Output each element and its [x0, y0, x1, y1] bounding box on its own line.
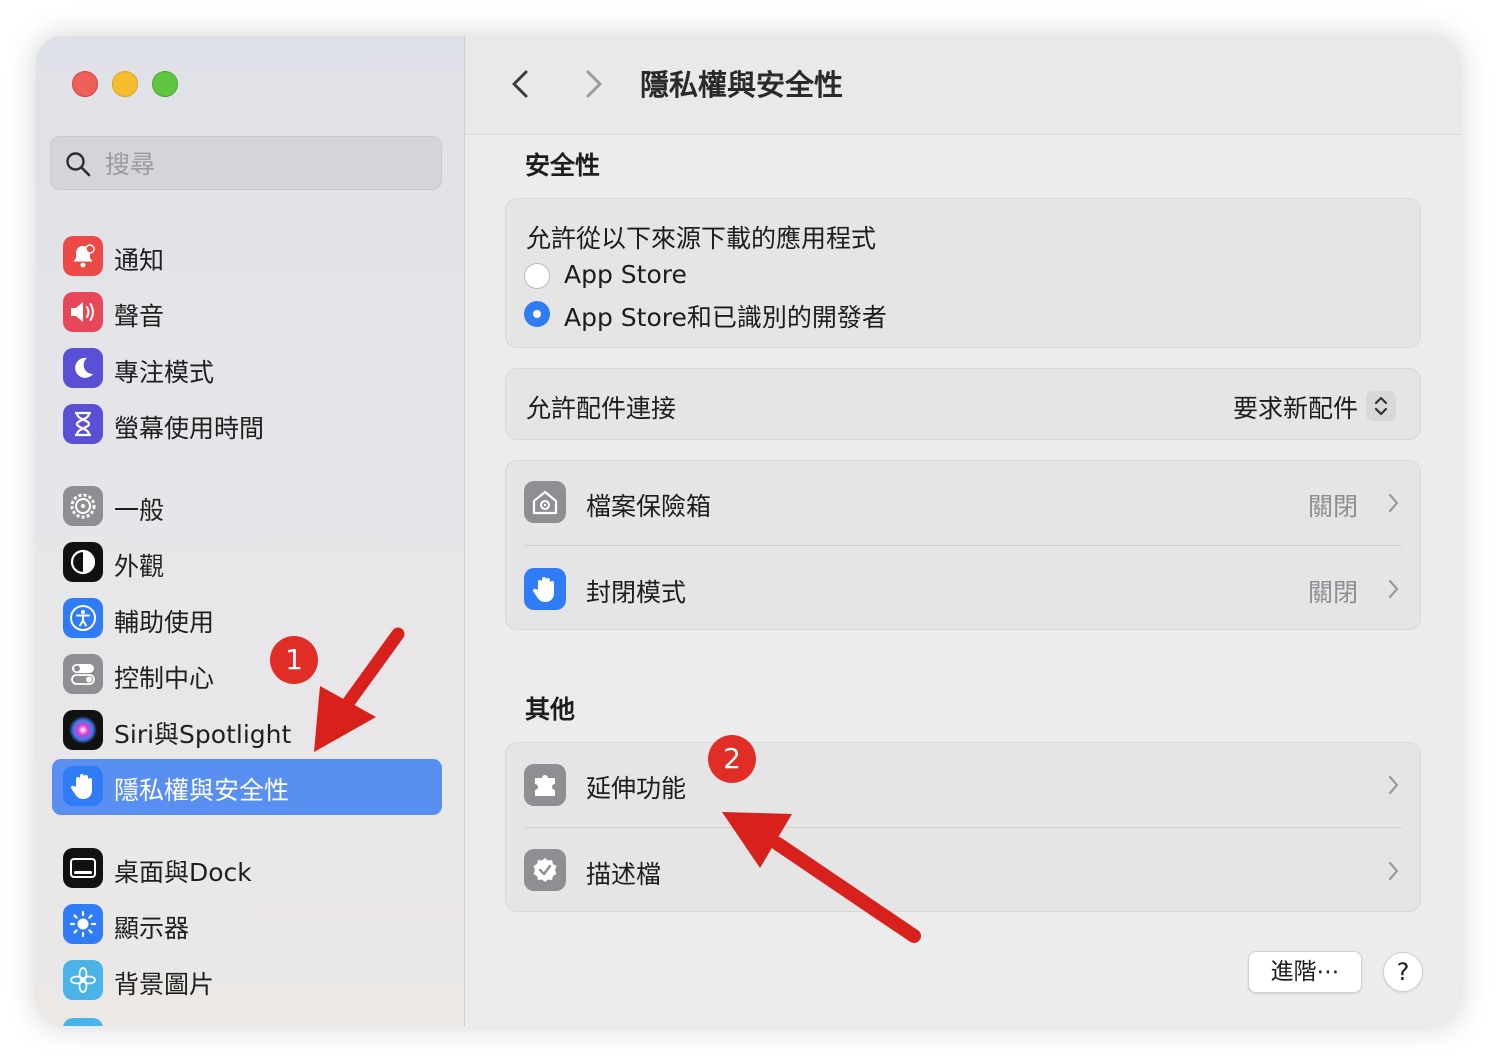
flower-icon [63, 960, 103, 1000]
other-heading: 其他 [525, 695, 576, 724]
sidebar-item-displays[interactable]: 顯示器 [52, 897, 442, 953]
sidebar-item-label: 聲音 [114, 302, 165, 331]
hand-icon [63, 766, 103, 806]
sidebar-item-label: 專注模式 [114, 358, 215, 387]
sidebar-item-label: 螢幕使用時間 [114, 414, 265, 443]
back-chevron-icon[interactable] [501, 64, 541, 104]
annotation-badge-2: 2 [708, 735, 756, 783]
sidebar-item-label: 背景圖片 [114, 970, 215, 999]
radio-app-store-identified[interactable] [524, 301, 550, 327]
siri-icon [63, 710, 103, 750]
sidebar-item-desktop-dock[interactable]: 桌面與Dock [52, 841, 442, 897]
sidebar-item-privacy-security[interactable]: 隱私權與安全性 [52, 759, 442, 815]
sidebar-item-sound[interactable]: 聲音 [52, 285, 442, 341]
lockdown-status: 關閉 [1307, 578, 1358, 607]
puzzle-icon [524, 764, 566, 806]
main-content: 隱私權與安全性 安全性 允許從以下來源下載的應用程式 App Store App… [465, 36, 1460, 1026]
badge-check-icon [524, 849, 566, 891]
settings-window: 通知 聲音 專注模式 螢幕使用時間 一般 [36, 36, 1460, 1026]
chevron-right-icon [1388, 861, 1399, 881]
chevron-right-icon [1388, 493, 1399, 513]
forward-chevron-icon[interactable] [573, 64, 613, 104]
security-features-card: 檔案保險箱 關閉 封閉模式 關閉 [505, 460, 1421, 630]
accessibility-icon [63, 598, 103, 638]
search-field[interactable] [50, 136, 442, 190]
sidebar-item-wallpaper[interactable]: 背景圖片 [52, 953, 442, 1009]
hourglass-icon [63, 404, 103, 444]
sidebar-item-label: 桌面與Dock [114, 858, 252, 887]
sidebar-item-appearance[interactable]: 外觀 [52, 535, 442, 591]
sidebar-item-label: 外觀 [114, 552, 165, 581]
sidebar-item-accessibility[interactable]: 輔助使用 [52, 591, 442, 647]
filevault-status: 關閉 [1307, 492, 1358, 521]
sidebar-item-screen-time[interactable]: 螢幕使用時間 [52, 397, 442, 453]
lockdown-label: 封閉模式 [586, 578, 687, 607]
help-button[interactable]: ? [1383, 952, 1423, 992]
sidebar-item-siri-spotlight[interactable]: Siri與Spotlight [52, 703, 442, 759]
sidebar: 通知 聲音 專注模式 螢幕使用時間 一般 [36, 36, 465, 1026]
filevault-row[interactable]: 檔案保險箱 關閉 [506, 461, 1420, 545]
advanced-button[interactable]: 進階⋯ [1248, 951, 1362, 993]
close-window-button[interactable] [72, 71, 98, 97]
appearance-icon [63, 542, 103, 582]
minimize-window-button[interactable] [112, 71, 138, 97]
sidebar-item-label: Siri與Spotlight [114, 720, 292, 749]
other-card: 延伸功能 描述檔 [505, 742, 1421, 912]
toolbar: 隱私權與安全性 [465, 36, 1460, 135]
zoom-window-button[interactable] [152, 71, 178, 97]
allow-apps-title: 允許從以下來源下載的應用程式 [526, 224, 877, 253]
sidebar-item-notifications[interactable]: 通知 [52, 229, 442, 285]
radio-app-store-identified-label[interactable]: App Store和已識別的開發者 [564, 298, 887, 334]
annotation-badge-1: 1 [270, 636, 318, 684]
sidebar-item-label: 顯示器 [114, 914, 190, 943]
popup-stepper-icon[interactable] [1366, 391, 1396, 421]
radio-app-store[interactable] [524, 263, 550, 289]
sidebar-item-label: 隱私權與安全性 [114, 776, 290, 805]
search-icon [66, 152, 91, 177]
filevault-house-icon [524, 481, 566, 523]
profiles-row[interactable]: 描述檔 [506, 828, 1420, 912]
notifications-bell-icon [63, 236, 103, 276]
chevron-right-icon [1388, 775, 1399, 795]
gear-icon [63, 486, 103, 526]
filevault-label: 檔案保險箱 [586, 492, 712, 521]
sidebar-item-partial[interactable] [52, 1011, 442, 1026]
profiles-label: 描述檔 [586, 860, 662, 889]
accessory-label: 允許配件連接 [526, 394, 677, 423]
moon-icon [63, 348, 103, 388]
sidebar-item-label: 通知 [114, 246, 165, 275]
sidebar-item-general[interactable]: 一般 [52, 479, 442, 535]
search-input[interactable] [103, 145, 427, 183]
extensions-row[interactable]: 延伸功能 [506, 743, 1420, 827]
radio-app-store-label[interactable]: App Store [564, 260, 687, 289]
lockdown-row[interactable]: 封閉模式 關閉 [506, 546, 1420, 630]
accessory-card: 允許配件連接 要求新配件 [505, 368, 1421, 440]
lockdown-hand-icon [524, 568, 566, 610]
toggles-icon [63, 654, 103, 694]
sidebar-item-focus[interactable]: 專注模式 [52, 341, 442, 397]
speaker-icon [63, 292, 103, 332]
allow-apps-card: 允許從以下來源下載的應用程式 App Store App Store和已識別的開… [505, 198, 1421, 348]
sun-icon [63, 904, 103, 944]
sidebar-item-control-center[interactable]: 控制中心 [52, 647, 442, 703]
partial-item-icon [63, 1018, 103, 1026]
sidebar-item-label: 輔助使用 [114, 608, 215, 637]
sidebar-item-label: 一般 [114, 496, 165, 525]
extensions-label: 延伸功能 [586, 774, 687, 803]
page-title: 隱私權與安全性 [640, 68, 844, 102]
sidebar-item-label: 控制中心 [114, 664, 215, 693]
accessory-popup-value[interactable]: 要求新配件 [1233, 389, 1358, 425]
security-heading: 安全性 [525, 151, 601, 180]
chevron-right-icon [1388, 579, 1399, 599]
dock-icon [63, 848, 103, 888]
